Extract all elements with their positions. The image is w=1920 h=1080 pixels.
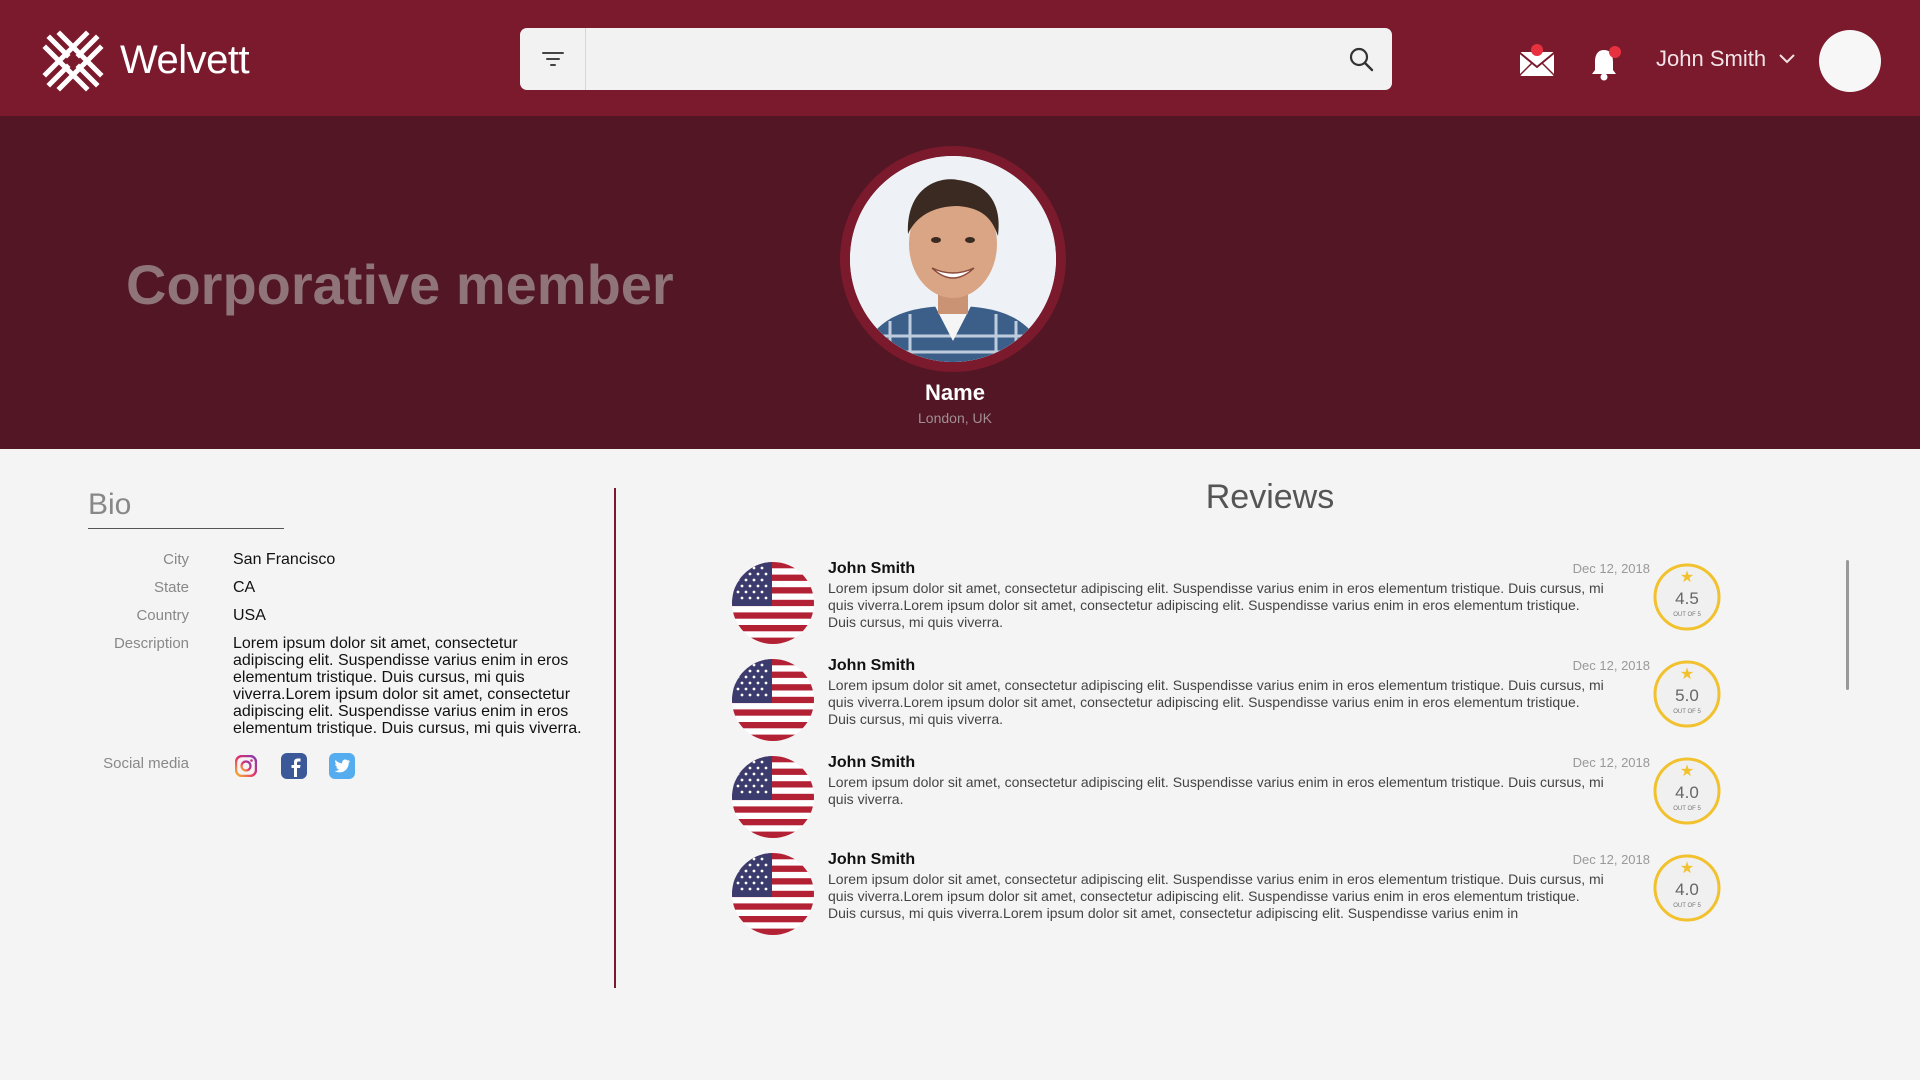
reviewer-name[interactable]: John Smith (828, 657, 915, 675)
rating-scale: OUT OF 5 (1673, 612, 1701, 618)
filter-button[interactable] (520, 28, 586, 90)
user-avatar[interactable] (1819, 30, 1881, 92)
bio-row-state: State CA (88, 579, 608, 596)
rating-badge: ★ 4.0 OUT OF 5 (1653, 854, 1721, 922)
search-bar (520, 28, 1392, 90)
notification-bell-icon[interactable] (1588, 44, 1624, 82)
reviews-title: Reviews (1205, 478, 1335, 516)
bio-description: Lorem ipsum dolor sit amet, consectetur … (233, 635, 582, 737)
rating-value: 4.0 (1675, 880, 1699, 899)
star-icon: ★ (1680, 569, 1694, 586)
instagram-icon[interactable] (233, 753, 259, 779)
facebook-icon[interactable] (281, 753, 307, 779)
rating-scale: OUT OF 5 (1673, 903, 1701, 909)
review-text: Lorem ipsum dolor sit amet, consectetur … (828, 774, 1604, 807)
review-item: John Smith Dec 12, 2018 Lorem ipsum dolo… (730, 558, 1732, 655)
us-flag-icon (732, 853, 814, 935)
logo[interactable]: Welvett (40, 28, 250, 92)
bio-value: San Francisco (233, 551, 336, 568)
bio-value: USA (233, 607, 266, 624)
section-divider (614, 488, 616, 988)
profile-name: Name (925, 380, 985, 405)
review-date: Dec 12, 2018 (1572, 852, 1650, 867)
rating-scale: OUT OF 5 (1673, 806, 1701, 812)
top-bar: Welvett John Smith (0, 0, 1920, 116)
review-text: Lorem ipsum dolor sit amet, consectetur … (828, 871, 1604, 921)
twitter-icon[interactable] (329, 753, 355, 779)
bio-value: CA (233, 579, 256, 596)
star-icon: ★ (1680, 763, 1694, 780)
profile-hero: Corporative member Name London, UK (0, 116, 1920, 449)
bio-label: Country (136, 607, 189, 624)
review-text: Lorem ipsum dolor sit amet, consectetur … (828, 580, 1604, 630)
reviewer-name[interactable]: John Smith (828, 754, 915, 772)
reviewer-name[interactable]: John Smith (828, 560, 915, 578)
us-flag-icon (732, 659, 814, 741)
review-date: Dec 12, 2018 (1572, 755, 1650, 770)
mail-icon[interactable] (1518, 42, 1558, 82)
rating-badge: ★ 5.0 OUT OF 5 (1653, 660, 1721, 728)
rating-badge: ★ 4.5 OUT OF 5 (1653, 563, 1721, 631)
review-item: John Smith Dec 12, 2018 Lorem ipsum dolo… (730, 752, 1732, 849)
profile-photo-frame (840, 146, 1066, 372)
rating-value: 5.0 (1675, 686, 1699, 705)
star-icon: ★ (1680, 860, 1694, 877)
us-flag-icon (732, 562, 814, 644)
logo-text: Welvett (120, 37, 250, 82)
search-button[interactable] (1330, 28, 1392, 90)
reviews-list: John Smith Dec 12, 2018 Lorem ipsum dolo… (730, 558, 1732, 946)
social-links (233, 753, 355, 779)
review-text: Lorem ipsum dolor sit amet, consectetur … (828, 677, 1604, 727)
bio-row-social: Social media (88, 753, 608, 779)
bio-row-country: Country USA (88, 607, 608, 624)
user-name: John Smith (1656, 46, 1767, 71)
review-item: John Smith Dec 12, 2018 Lorem ipsum dolo… (730, 655, 1732, 752)
bio-table: City San Francisco State CA Country USA … (88, 551, 608, 779)
reviewer-name[interactable]: John Smith (828, 851, 915, 869)
bio-section: Bio City San Francisco State CA Country … (88, 488, 608, 790)
review-item: John Smith Dec 12, 2018 Lorem ipsum dolo… (730, 849, 1732, 946)
star-icon: ★ (1680, 666, 1694, 683)
member-type-title: Corporative member (126, 253, 674, 316)
bio-label: State (153, 579, 189, 596)
bio-label: Description (113, 635, 189, 652)
logo-mark-icon (42, 30, 104, 92)
bio-label: City (163, 551, 189, 568)
profile-location: London, UK (918, 410, 992, 426)
search-input[interactable] (586, 28, 1330, 90)
review-date: Dec 12, 2018 (1572, 658, 1650, 673)
bio-label: Social media (103, 755, 189, 772)
profile-photo[interactable] (850, 156, 1056, 362)
rating-badge: ★ 4.0 OUT OF 5 (1653, 757, 1721, 825)
chevron-down-icon (1779, 54, 1795, 64)
rating-scale: OUT OF 5 (1673, 709, 1701, 715)
bio-row-description: Description Lorem ipsum dolor sit amet, … (88, 635, 608, 737)
review-date: Dec 12, 2018 (1572, 561, 1650, 576)
rating-value: 4.0 (1675, 783, 1699, 802)
reviews-scrollbar[interactable] (1846, 560, 1849, 690)
search-icon (1349, 47, 1374, 72)
bio-row-city: City San Francisco (88, 551, 608, 568)
us-flag-icon (732, 756, 814, 838)
filter-icon (541, 52, 564, 66)
rating-value: 4.5 (1675, 589, 1699, 608)
user-menu[interactable]: John Smith (1656, 46, 1796, 72)
bio-title: Bio (88, 488, 284, 529)
